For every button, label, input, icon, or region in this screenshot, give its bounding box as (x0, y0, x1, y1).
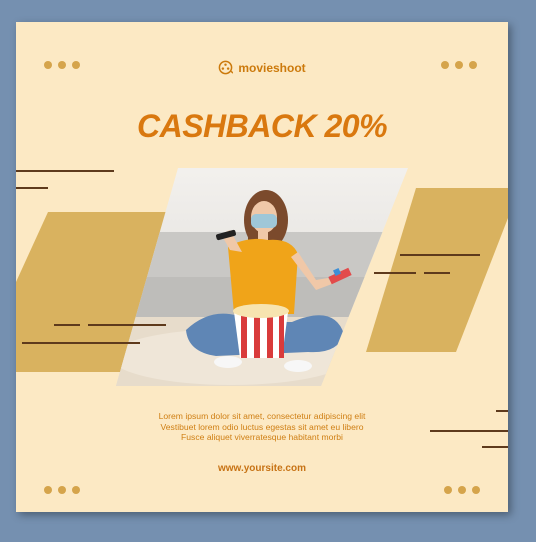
brand-logo: movieshoot (16, 60, 508, 75)
deco-line (16, 170, 114, 172)
body-text-line: Fusce aliquet viverratesque habitant mor… (181, 432, 343, 442)
deco-line (22, 342, 140, 344)
deco-line (424, 272, 450, 274)
dots-bottom-left (44, 486, 80, 494)
website-link[interactable]: www.yoursite.com (16, 463, 508, 474)
body-text-line: Lorem ipsum dolor sit amet, consectetur … (158, 411, 366, 421)
film-reel-icon (218, 60, 234, 75)
body-text: Lorem ipsum dolor sit amet, consectetur … (16, 411, 508, 443)
promo-card: movieshoot CASHBACK 20% Lorem ipsum dolo… (16, 22, 508, 512)
deco-line (400, 254, 480, 256)
deco-line (88, 324, 166, 326)
deco-line (16, 187, 48, 189)
headline: CASHBACK 20% (136, 108, 388, 144)
hero-photo (116, 168, 408, 386)
brand-name: movieshoot (238, 60, 306, 75)
deco-line (482, 446, 508, 448)
deco-line (54, 324, 80, 326)
dots-bottom-right (444, 486, 480, 494)
deco-line (374, 272, 416, 274)
body-text-line: Vestibuet lorem odio luctus egestas sit … (160, 421, 364, 432)
